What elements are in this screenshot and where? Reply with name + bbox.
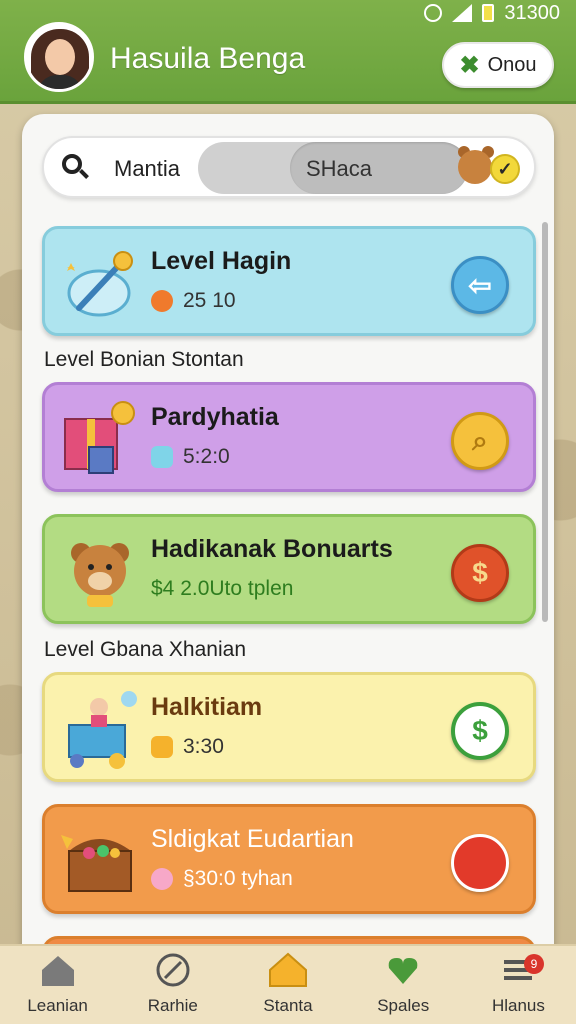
section-label: Level Gbana Xhanian [44, 638, 246, 661]
alarm-icon [424, 4, 443, 22]
search-label: Mantia [114, 156, 181, 181]
toggle-label: SHaca [306, 156, 373, 181]
nav-label: Leanian [27, 996, 88, 1015]
reward-card-4[interactable]: Halkitiam 3:30 $ [42, 672, 536, 782]
treasure-cart-icon [68, 691, 137, 769]
card-stat-value: 3:30 [183, 735, 224, 758]
segment-toggle[interactable]: SHaca [198, 142, 468, 194]
status-time: 31300 [504, 1, 560, 24]
menu-button[interactable]: ✖ Onou [442, 42, 554, 88]
card-title: Hadikanak Bonuarts [151, 535, 393, 563]
player-name: Hasuila Benga [110, 42, 306, 75]
nav-item-stanta[interactable]: Stanta [230, 946, 345, 1024]
section-label: Level Bonian Stontan [44, 348, 244, 371]
nav-item-rarhie[interactable]: Rarhie [115, 946, 230, 1024]
gift-box-icon [64, 401, 135, 474]
reward-card-2[interactable]: Pardyhatia 5:2:0 ⌕ [42, 382, 536, 492]
flower-icon [151, 868, 173, 890]
heart-leaf-icon [388, 958, 418, 984]
scrollbar[interactable] [542, 222, 548, 622]
arrow-icon[interactable]: ⇦ [451, 256, 509, 314]
signal-icon [452, 4, 473, 22]
card-title: Sldigkat Eudartian [151, 825, 354, 853]
magic-wand-icon [67, 251, 133, 317]
gem-icon [151, 446, 173, 468]
card-stat: 5:2:0 [151, 445, 230, 469]
search-bar[interactable]: Mantia SHaca ✓ [42, 136, 536, 198]
reward-card-5[interactable]: Sldigkat Eudartian §30:0 tyhan [42, 804, 536, 914]
coin-search-icon[interactable]: ⌕ [451, 412, 509, 470]
dollar-coin-icon[interactable]: $ [451, 544, 509, 602]
card-stat: $4 2.0Uto tplen [151, 577, 293, 601]
compass-icon [156, 953, 190, 987]
house-gold-icon [269, 952, 307, 987]
treasure-chest-icon [61, 835, 132, 892]
status-bar: 31300 [424, 2, 560, 24]
reward-card-3[interactable]: Hadikanak Bonuarts $4 2.0Uto tplen $ [42, 514, 536, 624]
card-stat-value: §30:0 tyhan [183, 867, 293, 890]
card-stat-value: $4 2.0Uto tplen [151, 577, 294, 600]
x-icon: ✖ [459, 51, 480, 79]
card-stat-value: 5:2:0 [183, 445, 230, 468]
top-header: 31300 Hasuila Benga ✖ Onou [0, 0, 576, 104]
check-icon: ✓ [490, 154, 520, 184]
main-panel: Mantia SHaca ✓ Level Hagin 25 10 ⇦ Level… [22, 114, 554, 994]
card-stat: §30:0 tyhan [151, 867, 293, 891]
card-stat-value: 25 10 [183, 289, 236, 312]
dollar-bubble-icon[interactable]: $ [451, 702, 509, 760]
star-icon [151, 736, 173, 758]
menu-button-label: Onou [487, 53, 537, 76]
nav-label: Spales [377, 996, 430, 1015]
card-title: Level Hagin [151, 247, 292, 275]
nav-item-hlanus[interactable]: 9 Hlanus [461, 946, 576, 1024]
reward-card-1[interactable]: Level Hagin 25 10 ⇦ [42, 226, 536, 336]
nav-label: Hlanus [491, 996, 545, 1015]
card-title: Pardyhatia [151, 403, 279, 431]
card-title: Halkitiam [151, 693, 263, 721]
red-gem-icon[interactable] [451, 834, 509, 892]
nav-label: Stanta [263, 996, 313, 1015]
nav-label: Rarhie [147, 996, 198, 1015]
battery-icon [482, 4, 495, 22]
gear-icon [151, 290, 173, 312]
nav-item-leanian[interactable]: Leanian [0, 946, 115, 1024]
bear-icon [458, 150, 492, 184]
bottom-navigation: Leanian Rarhie Stanta Spales 9 Hlanus [0, 944, 576, 1024]
notification-badge: 9 [524, 954, 545, 974]
card-stat: 25 10 [151, 289, 236, 313]
bear-check-badge[interactable]: ✓ [456, 146, 522, 190]
avatar[interactable] [24, 22, 94, 92]
bear-icon [71, 543, 129, 607]
home-icon [41, 956, 74, 986]
nav-item-spales[interactable]: Spales [346, 946, 461, 1024]
search-icon [62, 154, 89, 180]
card-stat: 3:30 [151, 735, 224, 759]
